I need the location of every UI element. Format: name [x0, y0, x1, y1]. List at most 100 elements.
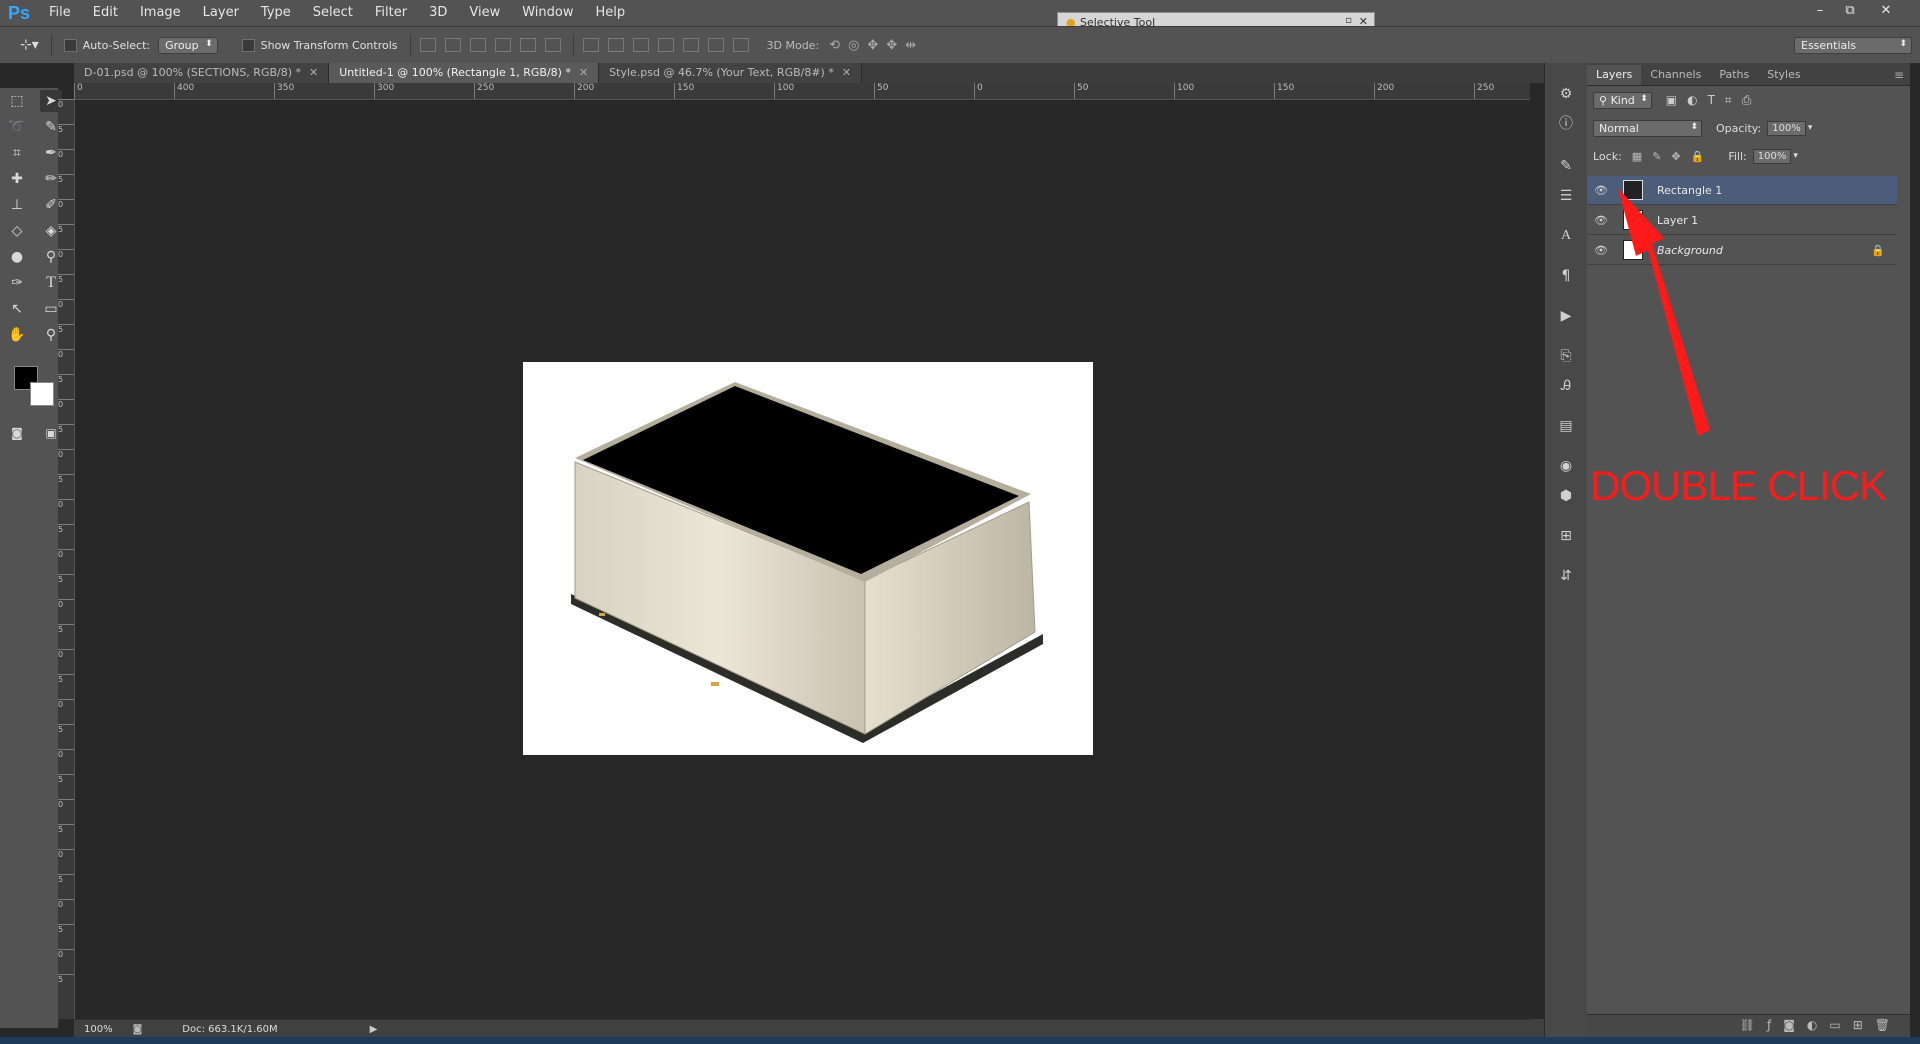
tab-paths[interactable]: Paths	[1710, 65, 1758, 85]
fill-field[interactable]: 100%	[1752, 148, 1792, 164]
close-icon[interactable]: ✕	[579, 66, 588, 79]
adjustments-icon[interactable]: ☰	[1555, 185, 1577, 207]
3d-icon[interactable]: ⬢	[1555, 485, 1577, 507]
lock-icons[interactable]: ▦✎✥🔒	[1632, 150, 1715, 163]
menu-3d[interactable]: 3D	[418, 0, 458, 26]
auto-select-dropdown[interactable]: Group	[158, 36, 218, 54]
restore-button[interactable]: ⧉	[1836, 2, 1864, 20]
scrollbar-corner[interactable]	[1530, 1019, 1544, 1037]
filter-row: ⚲ Kind ▣◐T⌗⎙	[1587, 86, 1910, 114]
zoom-level[interactable]: 100%	[84, 1024, 113, 1035]
eraser-tool-icon[interactable]: ◇	[6, 220, 28, 242]
status-bar: 100% ◙ Doc: 663.1K/1.60M ▶	[74, 1019, 1530, 1038]
ruler-tick-label: 300	[374, 83, 394, 99]
menu-type[interactable]: Type	[250, 0, 302, 26]
lock-row: Lock: ▦✎✥🔒 Fill: 100% ▾	[1587, 142, 1910, 170]
actions-icon[interactable]: ▶	[1555, 305, 1577, 327]
blur-tool-icon[interactable]: ●	[6, 246, 28, 268]
align-top-icon[interactable]	[419, 38, 436, 52]
workspace-dropdown[interactable]: Essentials	[1794, 36, 1912, 54]
3d-mode-icons[interactable]: ⟲◎✥✥⇹	[829, 38, 924, 53]
blend-mode-dropdown[interactable]: Normal	[1593, 119, 1702, 137]
distribute-right-icon[interactable]	[707, 38, 724, 52]
close-icon[interactable]: ✕	[309, 66, 318, 79]
fill-dropdown-icon[interactable]: ▾	[1793, 151, 1798, 161]
auto-align-icon[interactable]	[732, 38, 749, 52]
tab-styles[interactable]: Styles	[1758, 65, 1809, 85]
minimize-button[interactable]: –	[1806, 2, 1834, 20]
character-icon[interactable]: A	[1555, 225, 1577, 247]
menu-image[interactable]: Image	[129, 0, 192, 26]
quick-mask-icon[interactable]: ◙	[6, 422, 28, 444]
filter-icons[interactable]: ▣◐T⌗⎙	[1666, 93, 1762, 108]
opacity-field[interactable]: 100%	[1767, 120, 1806, 136]
hand-tool-icon[interactable]: ✋	[6, 324, 28, 346]
show-transform-checkbox[interactable]	[241, 38, 255, 52]
red-arrow-annotation	[1618, 188, 1710, 436]
menu-filter[interactable]: Filter	[364, 0, 418, 26]
tab-layers[interactable]: Layers	[1587, 65, 1642, 85]
brush-presets-icon[interactable]: ✎	[1555, 155, 1577, 177]
info-icon[interactable]: ⓘ	[1555, 113, 1577, 135]
ruler-tick-label: 50	[874, 83, 888, 99]
kind-filter-dropdown[interactable]: ⚲ Kind	[1593, 91, 1652, 109]
path-select-icon[interactable]: ↖	[6, 298, 28, 320]
align-bottom-icon[interactable]	[469, 38, 486, 52]
layer-action-icons[interactable]: ⛓ƒ◙◐▭⊞🗑	[1740, 1018, 1902, 1032]
crop-tool-icon[interactable]: ⌗	[6, 142, 28, 164]
clone-stamp-icon[interactable]: ⊥	[6, 194, 28, 216]
tab-channels[interactable]: Channels	[1641, 65, 1710, 85]
distribute-vcenter-icon[interactable]	[607, 38, 624, 52]
menu-bar: Ps File Edit Image Layer Type Select Fil…	[0, 0, 1920, 26]
ruler-tick-label: 200	[574, 83, 594, 99]
tab-d01[interactable]: D-01.psd @ 100% (SECTIONS, RGB/8) * ✕	[74, 63, 330, 83]
align-hcenter-icon[interactable]	[519, 38, 536, 52]
clone-source-icon[interactable]: ⎘	[1555, 345, 1577, 367]
distribute-top-icon[interactable]	[582, 38, 599, 52]
notes-icon[interactable]: ▤	[1555, 415, 1577, 437]
opacity-label: Opacity:	[1716, 121, 1762, 135]
panel-tabs: Layers Channels Paths Styles ≡	[1587, 63, 1910, 86]
move-tool-icon[interactable]: ⊹▾	[20, 37, 39, 53]
properties-icon[interactable]: ⇵	[1555, 565, 1577, 587]
distribute-bottom-icon[interactable]	[632, 38, 649, 52]
history-icon[interactable]: ⚙	[1555, 83, 1577, 105]
distribute-left-icon[interactable]	[657, 38, 674, 52]
timeline-icon[interactable]: ⊞	[1555, 525, 1577, 547]
menu-edit[interactable]: Edit	[82, 0, 129, 26]
kuler-icon[interactable]: ◉	[1555, 455, 1577, 477]
close-icon[interactable]: ✕	[842, 66, 851, 79]
menu-file[interactable]: File	[38, 0, 82, 26]
status-menu-arrow-icon[interactable]: ▶	[370, 1024, 378, 1035]
menu-help[interactable]: Help	[585, 0, 637, 26]
menu-select[interactable]: Select	[302, 0, 364, 26]
ruler-tick-label: 5	[58, 524, 74, 534]
menu-window[interactable]: Window	[511, 0, 584, 26]
document-canvas[interactable]	[523, 362, 1093, 755]
ruler-tick-label: 0	[58, 399, 74, 409]
ruler-tick-label: 0	[58, 149, 74, 159]
opacity-dropdown-icon[interactable]: ▾	[1808, 123, 1813, 133]
distribute-hcenter-icon[interactable]	[682, 38, 699, 52]
align-left-icon[interactable]	[494, 38, 511, 52]
background-color-swatch[interactable]	[30, 382, 54, 406]
close-window-button[interactable]: ✕	[1872, 2, 1900, 20]
tab-untitled-1[interactable]: Untitled-1 @ 100% (Rectangle 1, RGB/8) *…	[329, 63, 600, 83]
healing-brush-icon[interactable]: ✚	[6, 168, 28, 190]
maximize-icon[interactable]: ▫	[1345, 15, 1352, 26]
align-vcenter-icon[interactable]	[444, 38, 461, 52]
glyphs-icon[interactable]: Ꭿ	[1555, 375, 1577, 397]
ruler-tick-label: 250	[1474, 83, 1494, 99]
auto-select-checkbox[interactable]	[63, 38, 77, 52]
ruler-tick-label: 50	[1074, 83, 1088, 99]
align-right-icon[interactable]	[544, 38, 561, 52]
marquee-tool-icon[interactable]: ⬚	[6, 90, 28, 112]
pen-tool-icon[interactable]: ✑	[6, 272, 28, 294]
lasso-tool-icon[interactable]: ➰	[6, 116, 28, 138]
ruler-tick-label: 5	[58, 474, 74, 484]
menu-view[interactable]: View	[458, 0, 511, 26]
panel-menu-icon[interactable]: ≡	[1894, 65, 1910, 85]
tab-style[interactable]: Style.psd @ 46.7% (Your Text, RGB/8#) * ✕	[599, 63, 863, 83]
paragraph-icon[interactable]: ¶	[1555, 265, 1577, 287]
menu-layer[interactable]: Layer	[192, 0, 250, 26]
